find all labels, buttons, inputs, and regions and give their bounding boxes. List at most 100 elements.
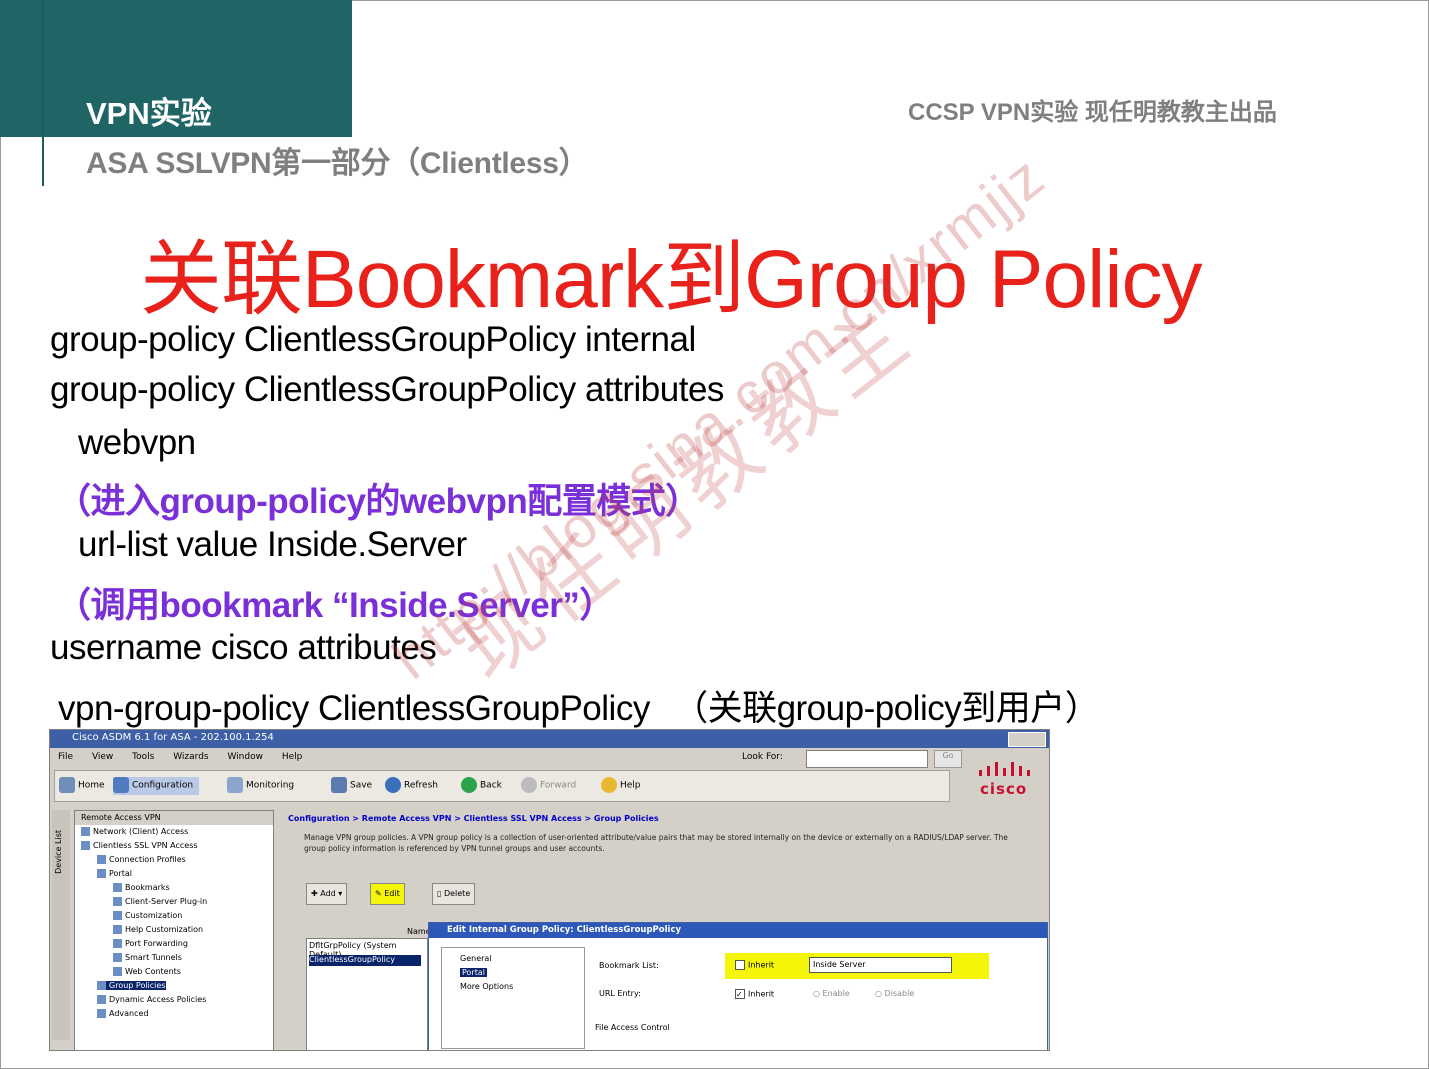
tree-label: Dynamic Access Policies bbox=[109, 995, 207, 1004]
edit-button[interactable]: ✎ Edit bbox=[370, 883, 405, 905]
device-list-label: Device List bbox=[54, 830, 63, 874]
config-line-3: webvpn bbox=[78, 423, 196, 462]
tree-item-bookmarks[interactable]: Bookmarks bbox=[113, 883, 170, 892]
config-line-6: vpn-group-policy ClientlessGroupPolicy （… bbox=[58, 680, 1100, 731]
asdm-toolbar: Home Configuration Monitoring Save Refre… bbox=[54, 770, 950, 802]
checkbox-icon: ✓ bbox=[735, 989, 745, 999]
configuration-button[interactable]: Configuration bbox=[113, 777, 200, 795]
tree-item-advanced[interactable]: Advanced bbox=[97, 1009, 149, 1018]
tree-item-network-access[interactable]: Network (Client) Access bbox=[81, 827, 188, 836]
tree-label: Advanced bbox=[109, 1009, 149, 1018]
tree-item-smart-tunnels[interactable]: Smart Tunnels bbox=[113, 953, 182, 962]
forward-icon bbox=[521, 777, 537, 793]
group-policy-description: Manage VPN group policies. A VPN group p… bbox=[304, 833, 1008, 853]
menu-tools[interactable]: Tools bbox=[132, 752, 154, 762]
enable-label: Enable bbox=[822, 989, 850, 998]
config-line-4: url-list value Inside.Server bbox=[78, 525, 467, 564]
menu-window[interactable]: Window bbox=[227, 752, 263, 762]
dialog-nav-general[interactable]: General bbox=[460, 954, 492, 963]
home-button[interactable]: Home bbox=[59, 777, 105, 795]
forward-label: Forward bbox=[540, 780, 577, 791]
url-entry-enable-radio[interactable]: ○ Enable bbox=[813, 989, 850, 998]
content-pane: Configuration > Remote Access VPN > Clie… bbox=[276, 810, 1048, 1050]
breadcrumb: Configuration > Remote Access VPN > Clie… bbox=[288, 814, 659, 823]
monitoring-icon bbox=[227, 777, 243, 793]
tree-label: Portal bbox=[109, 869, 132, 878]
tree-label: Port Forwarding bbox=[125, 939, 188, 948]
tree-header-label: Remote Access VPN bbox=[81, 813, 161, 822]
save-button[interactable]: Save bbox=[331, 777, 372, 795]
configuration-icon bbox=[113, 777, 129, 793]
tree-item-port-forwarding[interactable]: Port Forwarding bbox=[113, 939, 188, 948]
page-icon bbox=[97, 981, 106, 990]
navigation-tree: Remote Access VPN Network (Client) Acces… bbox=[74, 810, 274, 1050]
page-icon bbox=[97, 995, 106, 1004]
menu-file[interactable]: File bbox=[58, 752, 73, 762]
asdm-menubar: File View Tools Wizards Window Help bbox=[58, 752, 318, 766]
tree-item-customization[interactable]: Customization bbox=[113, 911, 182, 920]
config-line-5: username cisco attributes bbox=[50, 628, 437, 667]
monitoring-label: Monitoring bbox=[246, 780, 295, 791]
go-button[interactable]: Go bbox=[934, 750, 962, 768]
tree-item-plugins[interactable]: Client-Server Plug-in bbox=[113, 897, 207, 906]
tree-label: Smart Tunnels bbox=[125, 953, 182, 962]
add-button[interactable]: ✚ Add ▾ bbox=[306, 883, 348, 905]
config-line-6-comment: （关联group-policy到用户） bbox=[673, 689, 1100, 728]
look-for-label: Look For: bbox=[742, 752, 783, 762]
dialog-title: Edit Internal Group Policy: ClientlessGr… bbox=[447, 925, 682, 935]
device-list-bar[interactable]: Device List bbox=[52, 810, 70, 1040]
save-label: Save bbox=[350, 780, 373, 791]
tree-label: Client-Server Plug-in bbox=[125, 897, 208, 906]
asdm-titlebar: Cisco ASDM 6.1 for ASA - 202.100.1.254 bbox=[50, 730, 1049, 748]
folder-icon bbox=[81, 827, 90, 836]
refresh-icon bbox=[385, 777, 401, 793]
dialog-nav-more-options[interactable]: More Options bbox=[460, 982, 513, 991]
tree-item-portal[interactable]: Portal bbox=[97, 869, 132, 878]
menu-help[interactable]: Help bbox=[282, 752, 303, 762]
forward-button[interactable]: Forward bbox=[521, 777, 576, 795]
bookmark-list-input[interactable]: Inside Server bbox=[809, 957, 952, 973]
window-controls[interactable] bbox=[1008, 732, 1046, 747]
help-icon bbox=[601, 777, 617, 793]
refresh-button[interactable]: Refresh bbox=[385, 777, 438, 795]
tree-item-clientless-access[interactable]: Clientless SSL VPN Access bbox=[81, 841, 198, 850]
delete-label: Delete bbox=[443, 889, 471, 898]
menu-view[interactable]: View bbox=[92, 752, 113, 762]
table-row-selected[interactable]: ClientlessGroupPolicy bbox=[309, 955, 421, 966]
delete-button[interactable]: ▯ Delete bbox=[432, 883, 476, 905]
help-button[interactable]: Help bbox=[601, 777, 641, 795]
tree-label: Web Contents bbox=[125, 967, 181, 976]
tree-item-connection-profiles[interactable]: Connection Profiles bbox=[97, 855, 186, 864]
cisco-logo-bars bbox=[979, 762, 1030, 776]
slide-title: 关联Bookmark到Group Policy bbox=[140, 234, 1203, 325]
help-label: Help bbox=[620, 780, 641, 791]
url-entry-inherit-checkbox[interactable]: ✓ Inherit bbox=[735, 989, 774, 999]
tree-label: Bookmarks bbox=[125, 883, 170, 892]
tree-item-group-policies[interactable]: Group Policies bbox=[97, 981, 166, 990]
config-line-6-command: vpn-group-policy ClientlessGroupPolicy bbox=[58, 689, 650, 728]
tree-label: Group Policies bbox=[109, 981, 166, 990]
cisco-logo: cisco bbox=[980, 780, 1028, 798]
tree-label: Connection Profiles bbox=[109, 855, 186, 864]
bookmark-inherit-checkbox[interactable]: Inherit bbox=[735, 960, 774, 970]
tree-item-help-customization[interactable]: Help Customization bbox=[113, 925, 203, 934]
tree-item-web-contents[interactable]: Web Contents bbox=[113, 967, 181, 976]
url-entry-disable-radio[interactable]: ○ Disable bbox=[875, 989, 914, 998]
tree-header: Remote Access VPN bbox=[75, 811, 273, 825]
menu-wizards[interactable]: Wizards bbox=[173, 752, 208, 762]
add-label: Add bbox=[320, 889, 336, 898]
header-title: VPN实验 bbox=[86, 96, 212, 131]
folder-icon bbox=[97, 1009, 106, 1018]
edit-group-policy-dialog: Edit Internal Group Policy: ClientlessGr… bbox=[428, 922, 1048, 1050]
dialog-nav-portal[interactable]: Portal bbox=[460, 968, 487, 977]
group-policy-table: Name DfltGrpPolicy (System Default) Clie… bbox=[306, 927, 431, 1050]
back-button[interactable]: Back bbox=[461, 777, 502, 795]
url-entry-label: URL Entry: bbox=[599, 989, 641, 998]
tree-item-dynamic-access[interactable]: Dynamic Access Policies bbox=[97, 995, 206, 1004]
configuration-label: Configuration bbox=[132, 780, 194, 791]
tree-label: Clientless SSL VPN Access bbox=[93, 841, 198, 850]
monitoring-button[interactable]: Monitoring bbox=[227, 777, 294, 795]
folder-icon bbox=[81, 841, 90, 850]
header-subtitle: ASA SSLVPN第一部分（Clientless） bbox=[86, 147, 589, 180]
look-for-input[interactable] bbox=[806, 750, 928, 768]
